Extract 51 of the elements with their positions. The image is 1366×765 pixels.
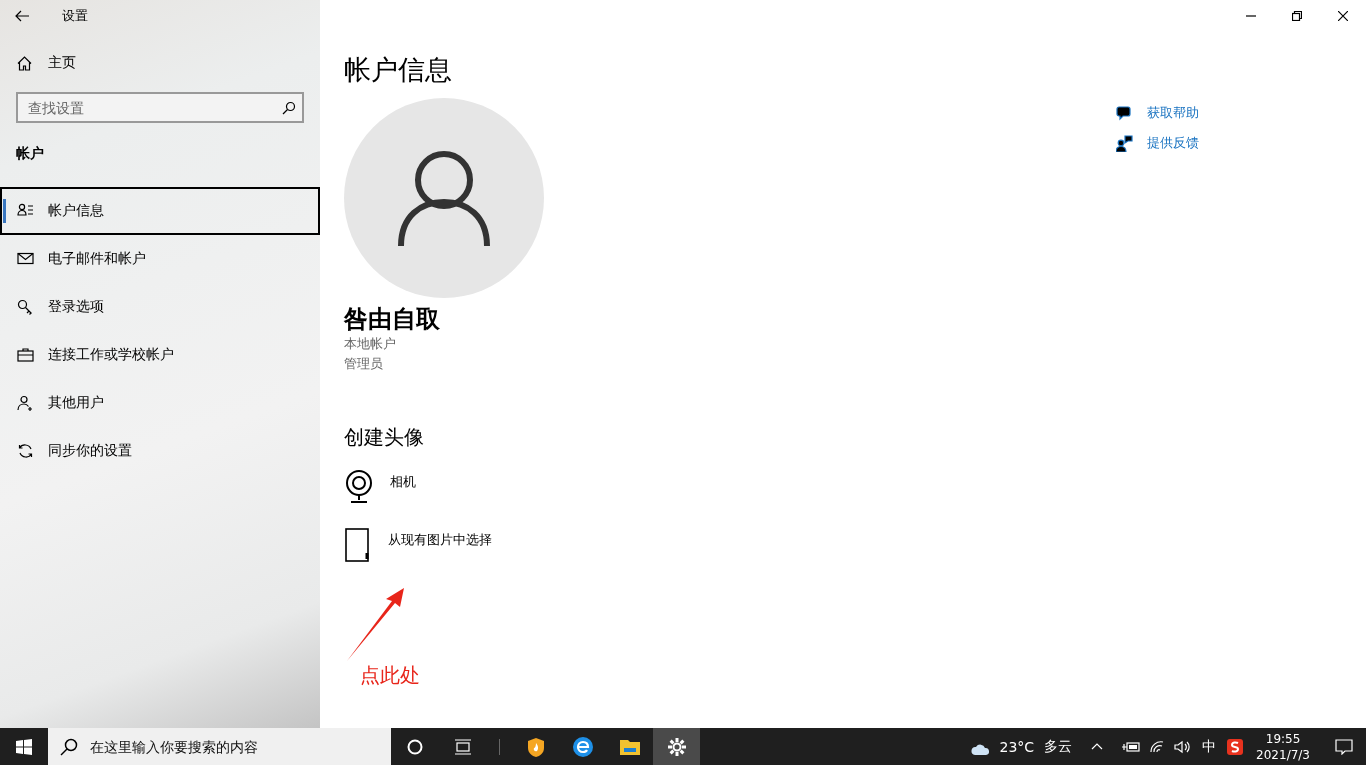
circle-icon	[407, 738, 423, 755]
key-icon	[17, 298, 34, 316]
speech-bubble-icon	[1335, 738, 1353, 755]
task-view-icon	[454, 738, 472, 755]
webcam-icon	[344, 469, 374, 505]
page-title: 帐户信息	[344, 54, 452, 86]
battery-plug-icon[interactable]	[1122, 740, 1141, 753]
clock-date[interactable]: 2021/7/3	[1256, 746, 1310, 763]
help-chat-icon	[1116, 104, 1133, 122]
browser-e-icon	[571, 735, 594, 758]
speaker-icon[interactable]	[1174, 739, 1193, 754]
restore-icon	[1292, 11, 1302, 21]
section-heading: 创建头像	[344, 424, 424, 451]
avatar-option[interactable]: 相机	[344, 469, 416, 505]
nav-item[interactable]: 登录选项	[0, 283, 320, 331]
back-arrow-icon	[15, 10, 29, 22]
briefcase-icon	[17, 346, 34, 364]
weather-text: 多云	[1044, 737, 1073, 756]
help-link[interactable]: 提供反馈	[1116, 134, 1199, 152]
temperature: 23°C	[999, 738, 1035, 755]
portrait-frame-icon	[344, 527, 372, 563]
nav-item[interactable]: 帐户信息	[0, 187, 320, 235]
search-field[interactable]: 查找设置	[16, 92, 304, 123]
nav-item[interactable]: 其他用户	[0, 379, 320, 427]
nav-item[interactable]: 同步你的设置	[0, 427, 320, 475]
input-method-s-icon[interactable]	[1226, 737, 1245, 756]
sync-icon	[17, 442, 34, 460]
person-add-icon	[17, 394, 34, 412]
home-icon	[17, 55, 32, 71]
home-link[interactable]: 主页	[17, 54, 76, 72]
nav-item[interactable]: 连接工作或学校帐户	[0, 331, 320, 379]
close-icon	[1338, 11, 1348, 21]
annotation-text: 点此处	[360, 662, 420, 689]
search-icon	[282, 101, 296, 115]
avatar-option[interactable]: 从现有图片中选择	[344, 527, 492, 563]
person-silhouette-icon	[398, 150, 490, 246]
clock-time[interactable]: 19:55	[1265, 730, 1301, 747]
user-name: 咎由自取	[344, 304, 440, 334]
account-type: 本地帐户	[344, 335, 396, 353]
taskbar-app[interactable]	[653, 728, 700, 765]
taskbar-search-field[interactable]: 在这里输入你要搜索的内容	[48, 728, 391, 765]
wifi-icon[interactable]	[1150, 740, 1165, 753]
account-role: 管理员	[344, 355, 383, 373]
feedback-person-icon	[1116, 134, 1133, 152]
window-title: 设置	[62, 7, 88, 25]
nav-item[interactable]: 电子邮件和帐户	[0, 235, 320, 283]
windows-logo-icon	[16, 738, 32, 755]
chevron-up-icon	[1091, 743, 1104, 750]
input-method-button[interactable]: 中	[1202, 728, 1217, 765]
help-link[interactable]: 获取帮助	[1116, 104, 1199, 122]
section-heading: 帐户	[16, 145, 45, 163]
